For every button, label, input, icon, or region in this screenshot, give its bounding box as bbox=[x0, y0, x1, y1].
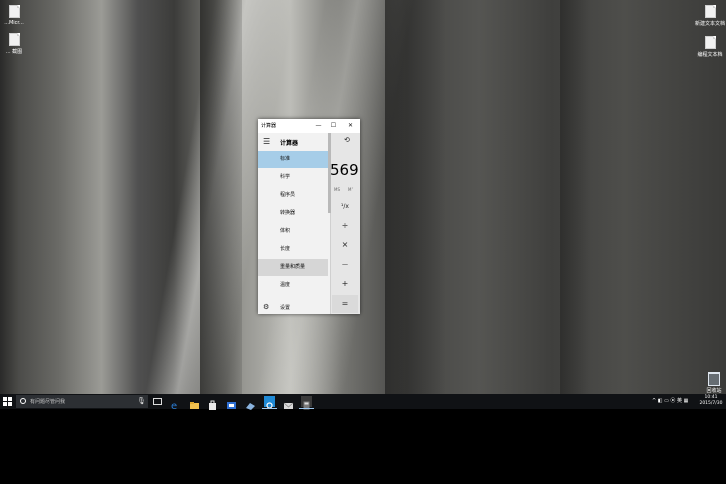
file-icon bbox=[704, 36, 716, 49]
windows-logo-pane bbox=[3, 402, 7, 406]
recycle-bin-icon bbox=[708, 372, 720, 386]
windows-logo-pane bbox=[8, 397, 12, 401]
settings-app-icon[interactable] bbox=[264, 396, 275, 409]
nav-item-weight-mass[interactable]: 重量和质量 bbox=[258, 259, 328, 276]
maximize-button[interactable]: ☐ bbox=[328, 121, 339, 131]
multiply-button[interactable]: × bbox=[332, 236, 358, 254]
calculator-window[interactable]: 计算器 — ☐ ✕ ⟲ 569 MS M˅ ¹/x ÷ × — + = ☰ 计算… bbox=[258, 119, 360, 314]
subtract-button[interactable]: — bbox=[332, 256, 358, 274]
cortana-search-box[interactable]: 有问题尽管问我 🎙 bbox=[16, 395, 148, 408]
memory-store-button[interactable]: MS bbox=[334, 187, 340, 192]
file-explorer-icon[interactable] bbox=[189, 396, 200, 409]
rock-shadow bbox=[200, 0, 242, 394]
search-placeholder: 有问题尽管问我 bbox=[30, 399, 66, 405]
settings-nav-item[interactable]: ⚙ 设置 bbox=[258, 302, 328, 314]
nav-scrollbar[interactable] bbox=[328, 133, 331, 213]
start-button[interactable] bbox=[3, 397, 12, 406]
task-view-icon[interactable] bbox=[153, 398, 162, 405]
taskbar: 有问题尽管问我 🎙 e ^ ◧ ▭ ⦿ 英 ▦ 10:41 2015/7/30 bbox=[0, 394, 726, 412]
envelope-icon[interactable] bbox=[283, 396, 294, 409]
calculator-icon[interactable] bbox=[301, 396, 312, 410]
reciprocal-button[interactable]: ¹/x bbox=[332, 198, 358, 216]
active-app-indicator bbox=[262, 408, 277, 409]
desktop-file-3[interactable]: 新建文本文档 bbox=[690, 5, 726, 27]
divide-button[interactable]: ÷ bbox=[332, 217, 358, 235]
nav-pane-title: 计算器 bbox=[280, 140, 299, 147]
active-app-indicator bbox=[299, 408, 314, 409]
file-icon bbox=[704, 5, 716, 18]
mail-icon[interactable] bbox=[226, 396, 237, 409]
desktop-file-1[interactable]: ...Micr... bbox=[0, 5, 34, 26]
close-button[interactable]: ✕ bbox=[345, 121, 356, 131]
rock-shadow bbox=[560, 0, 590, 394]
file-icon bbox=[8, 33, 20, 46]
navigation-pane[interactable]: ☰ 计算器 标准 科学 程序员 转换器 体积 长度 重量和质量 温度 ⚙ 设置 bbox=[258, 133, 331, 314]
microphone-icon[interactable]: 🎙 bbox=[137, 397, 146, 405]
file-icon bbox=[8, 5, 20, 18]
svg-text:e: e bbox=[171, 401, 177, 411]
desktop-wallpaper: ...Micr... ... 截图 新建文本文档 编程文本档 回收站 bbox=[0, 0, 726, 394]
clock-date: 2015/7/30 bbox=[699, 401, 723, 406]
windows-logo-pane bbox=[3, 397, 7, 401]
title-bar[interactable]: 计算器 — ☐ ✕ bbox=[258, 119, 360, 133]
desktop-file-4[interactable]: 编程文本档 bbox=[690, 36, 726, 58]
rock-shadow bbox=[0, 0, 18, 394]
nav-item-length[interactable]: 长度 bbox=[258, 241, 328, 258]
history-icon[interactable]: ⟲ bbox=[344, 136, 353, 145]
cortana-icon bbox=[20, 398, 26, 404]
desktop-file-label: ... 截图 bbox=[5, 49, 23, 55]
nav-item-temperature[interactable]: 温度 bbox=[258, 277, 328, 294]
memory-dropdown-button[interactable]: M˅ bbox=[348, 187, 353, 192]
nav-item-scientific[interactable]: 科学 bbox=[258, 169, 328, 186]
nav-item-programmer[interactable]: 程序员 bbox=[258, 187, 328, 204]
add-button[interactable]: + bbox=[332, 275, 358, 293]
recycle-bin[interactable]: 回收站 bbox=[703, 372, 725, 394]
store-icon[interactable] bbox=[207, 396, 218, 410]
nav-item-standard[interactable]: 标准 bbox=[258, 151, 328, 168]
desktop-file-label: ...Micr... bbox=[4, 20, 24, 26]
window-title: 计算器 bbox=[261, 123, 277, 129]
desktop-file-label: 编程文本档 bbox=[697, 52, 723, 58]
desktop-file-2[interactable]: ... 截图 bbox=[0, 33, 34, 55]
equals-button[interactable]: = bbox=[332, 295, 358, 313]
windows-logo-pane bbox=[8, 402, 12, 406]
nav-item-converter[interactable]: 转换器 bbox=[258, 205, 328, 222]
gear-icon: ⚙ bbox=[263, 303, 270, 311]
edge-icon[interactable]: e bbox=[170, 396, 181, 412]
hamburger-menu-icon[interactable]: ☰ bbox=[263, 138, 270, 146]
minimize-button[interactable]: — bbox=[313, 121, 324, 131]
desktop-file-label: 新建文本文档 bbox=[694, 21, 725, 27]
settings-label: 设置 bbox=[280, 305, 291, 311]
nav-item-volume[interactable]: 体积 bbox=[258, 223, 328, 240]
result-display: 569 bbox=[330, 161, 359, 179]
taskbar-clock[interactable]: 10:41 2015/7/30 bbox=[698, 395, 724, 407]
system-tray-icons[interactable]: ^ ◧ ▭ ⦿ 英 ▦ bbox=[652, 397, 688, 404]
app-icon[interactable] bbox=[245, 396, 256, 410]
rock-shadow bbox=[385, 0, 445, 394]
